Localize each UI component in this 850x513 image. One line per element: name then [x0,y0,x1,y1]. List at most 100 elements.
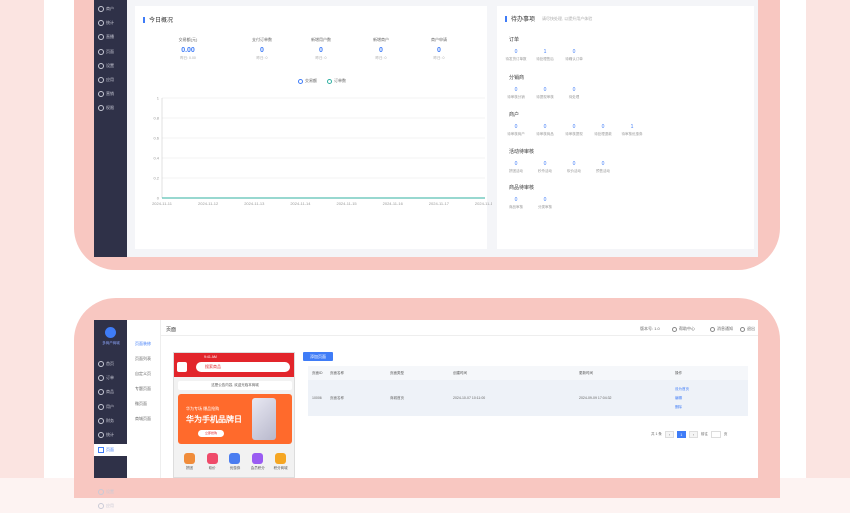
todo-label: 待处理退款 [594,132,612,136]
sidebar-item[interactable]: 用户 [98,400,124,414]
top-bar [161,320,758,336]
phone-product-image [252,398,276,440]
col-type: 页面类型 [390,370,404,375]
menu-icon [98,417,104,424]
legend-item[interactable]: 订单数 [327,78,346,84]
subnav-item[interactable]: 页面列表 [135,356,151,362]
phone-preview: 9:41 AM 搜索商品 这是公告内容, 欢迎光临本商城 华为专场 爆品抢购 华… [173,352,295,478]
sidebar-item[interactable]: 财务 [98,414,124,428]
next-page-button[interactable]: › [688,431,698,438]
todo-item[interactable]: 0 秒杀活动 [531,161,559,174]
col-id: 页面ID [312,370,323,375]
phone-shortcut[interactable]: 会员积分 [250,453,266,471]
legend-item[interactable]: 交易额 [298,78,317,84]
todo-item[interactable]: 0 待审核分销 [502,87,530,100]
todo-item[interactable]: 0 预售活动 [589,161,617,174]
sidebar-item[interactable]: 统计 [98,16,124,30]
shortcut-icon [275,453,287,464]
sidebar-item-label: 直播 [106,34,114,40]
todo-count: 0 [572,124,576,130]
todo-item[interactable]: 0 商品审核 [502,197,530,210]
todo-count: 0 [601,124,605,130]
stat-value: 0 [379,47,383,54]
sidebar-item[interactable]: 应用 [98,73,124,87]
notice-link[interactable]: 消息通知 [710,326,733,332]
edit-link[interactable]: 编辑 [675,396,748,401]
x-tick-label: 2024-11-13 [244,201,265,206]
sidebar-item-label: 权限 [106,105,114,111]
cell-id: 10006 [312,396,322,400]
todo-item[interactable]: 0 待处理退款 [589,124,617,137]
todo-label: 待审核优惠券 [621,132,643,136]
cell-ops: 设为首页 编辑 删除 [675,387,748,410]
sidebar-item[interactable]: 订单 [98,371,124,385]
todo-count: 0 [601,161,605,167]
menu-icon [98,503,104,509]
todo-label: 预售活动 [596,169,610,173]
todo-item[interactable]: 0 待确认订单 [560,49,588,62]
todo-count: 0 [514,124,518,130]
todo-item[interactable]: 0 待审核提现 [560,124,588,137]
todo-item[interactable]: 1 待审核优惠券 [618,124,646,137]
page-number[interactable]: 1 [676,431,686,438]
todo-item[interactable]: 0 待处理 [560,87,588,100]
phone-shortcut[interactable]: 拼团 [181,453,197,471]
todo-count: 0 [572,161,576,167]
phone-shortcut[interactable]: 优惠券 [227,453,243,471]
sidebar-item[interactable]: 商品 [98,385,124,399]
today-title: 今日概况 [143,15,173,24]
todo-item[interactable]: 0 砍价活动 [560,161,588,174]
menu-icon [98,403,104,410]
sidebar-item-label: 设置 [106,488,114,494]
shortcut-icon [183,453,195,464]
todo-item[interactable]: 0 拼团活动 [502,161,530,174]
add-page-button[interactable]: 添加页面 [303,352,333,361]
col-created: 创建时间 [453,370,467,375]
sidebar-item-label: 商户 [106,6,114,11]
todo-item[interactable]: 0 待发货订单数 [502,49,530,62]
sidebar-item[interactable]: 权限 [98,101,124,115]
help-link[interactable]: 帮助中心 [672,326,695,332]
todo-item[interactable]: 0 待审核商品 [531,124,559,137]
sidebar-item[interactable]: 首页 [98,357,124,371]
banner-button[interactable]: 立即抢购 [198,430,224,437]
subnav-item[interactable]: 专题页面 [135,386,151,392]
shortcut-label: 拼团 [185,466,193,470]
phone-search[interactable]: 搜索商品 [196,362,290,372]
phone-shortcut[interactable]: 砍价 [204,453,220,471]
sidebar-item[interactable]: 设置 [98,485,124,499]
sidebar-item[interactable]: 设置 [98,59,124,73]
phone-shortcut[interactable]: 积分商城 [273,453,289,471]
stat-compare: 昨日: 0 [315,56,327,60]
todo-group-title: 商户 [509,112,520,118]
delete-link[interactable]: 删除 [675,405,748,410]
todo-label: 分类审核 [538,205,552,209]
set-home-link[interactable]: 设为首页 [675,387,748,392]
sidebar-item-pages-active[interactable]: 页面 [94,444,127,456]
subnav-item[interactable]: 页面装修 [135,341,151,347]
sidebar-item[interactable]: 页面 [98,45,124,59]
todo-item[interactable]: 1 待处理售后 [531,49,559,62]
prev-page-button[interactable]: ‹ [664,431,674,438]
stat-card: 新增商户 0 昨日: 0 [357,37,405,61]
subnav-item[interactable]: 自定义页 [135,371,151,377]
sidebar-item[interactable]: 商户 [98,2,124,16]
sidebar-item[interactable]: 应用 [98,499,124,513]
power-icon [740,326,745,332]
subnav-item[interactable]: 商城页面 [135,416,151,422]
todo-item[interactable]: 0 待审核商户 [502,124,530,137]
todo-item[interactable]: 0 分类审核 [531,197,559,210]
todo-count: 0 [514,197,518,203]
sidebar-item[interactable]: 直播 [98,30,124,44]
subnav-item[interactable]: 微页面 [135,401,147,407]
goto-input[interactable] [710,431,721,438]
logout-link[interactable]: 退出 [740,326,755,332]
x-tick-label: 2024-11-16 [383,201,404,206]
sidebar-item[interactable]: 营销 [98,87,124,101]
cell-name: 页面名称 [330,395,344,400]
sidebar-item-label: 设置 [106,62,114,68]
stat-value: 0 [319,47,323,54]
todo-item[interactable]: 0 待提现审核 [531,87,559,100]
phone-banner[interactable]: 华为专场 爆品抢购 华为手机品牌日 立即抢购 [178,394,292,444]
sidebar-item[interactable]: 统计 [98,428,124,442]
